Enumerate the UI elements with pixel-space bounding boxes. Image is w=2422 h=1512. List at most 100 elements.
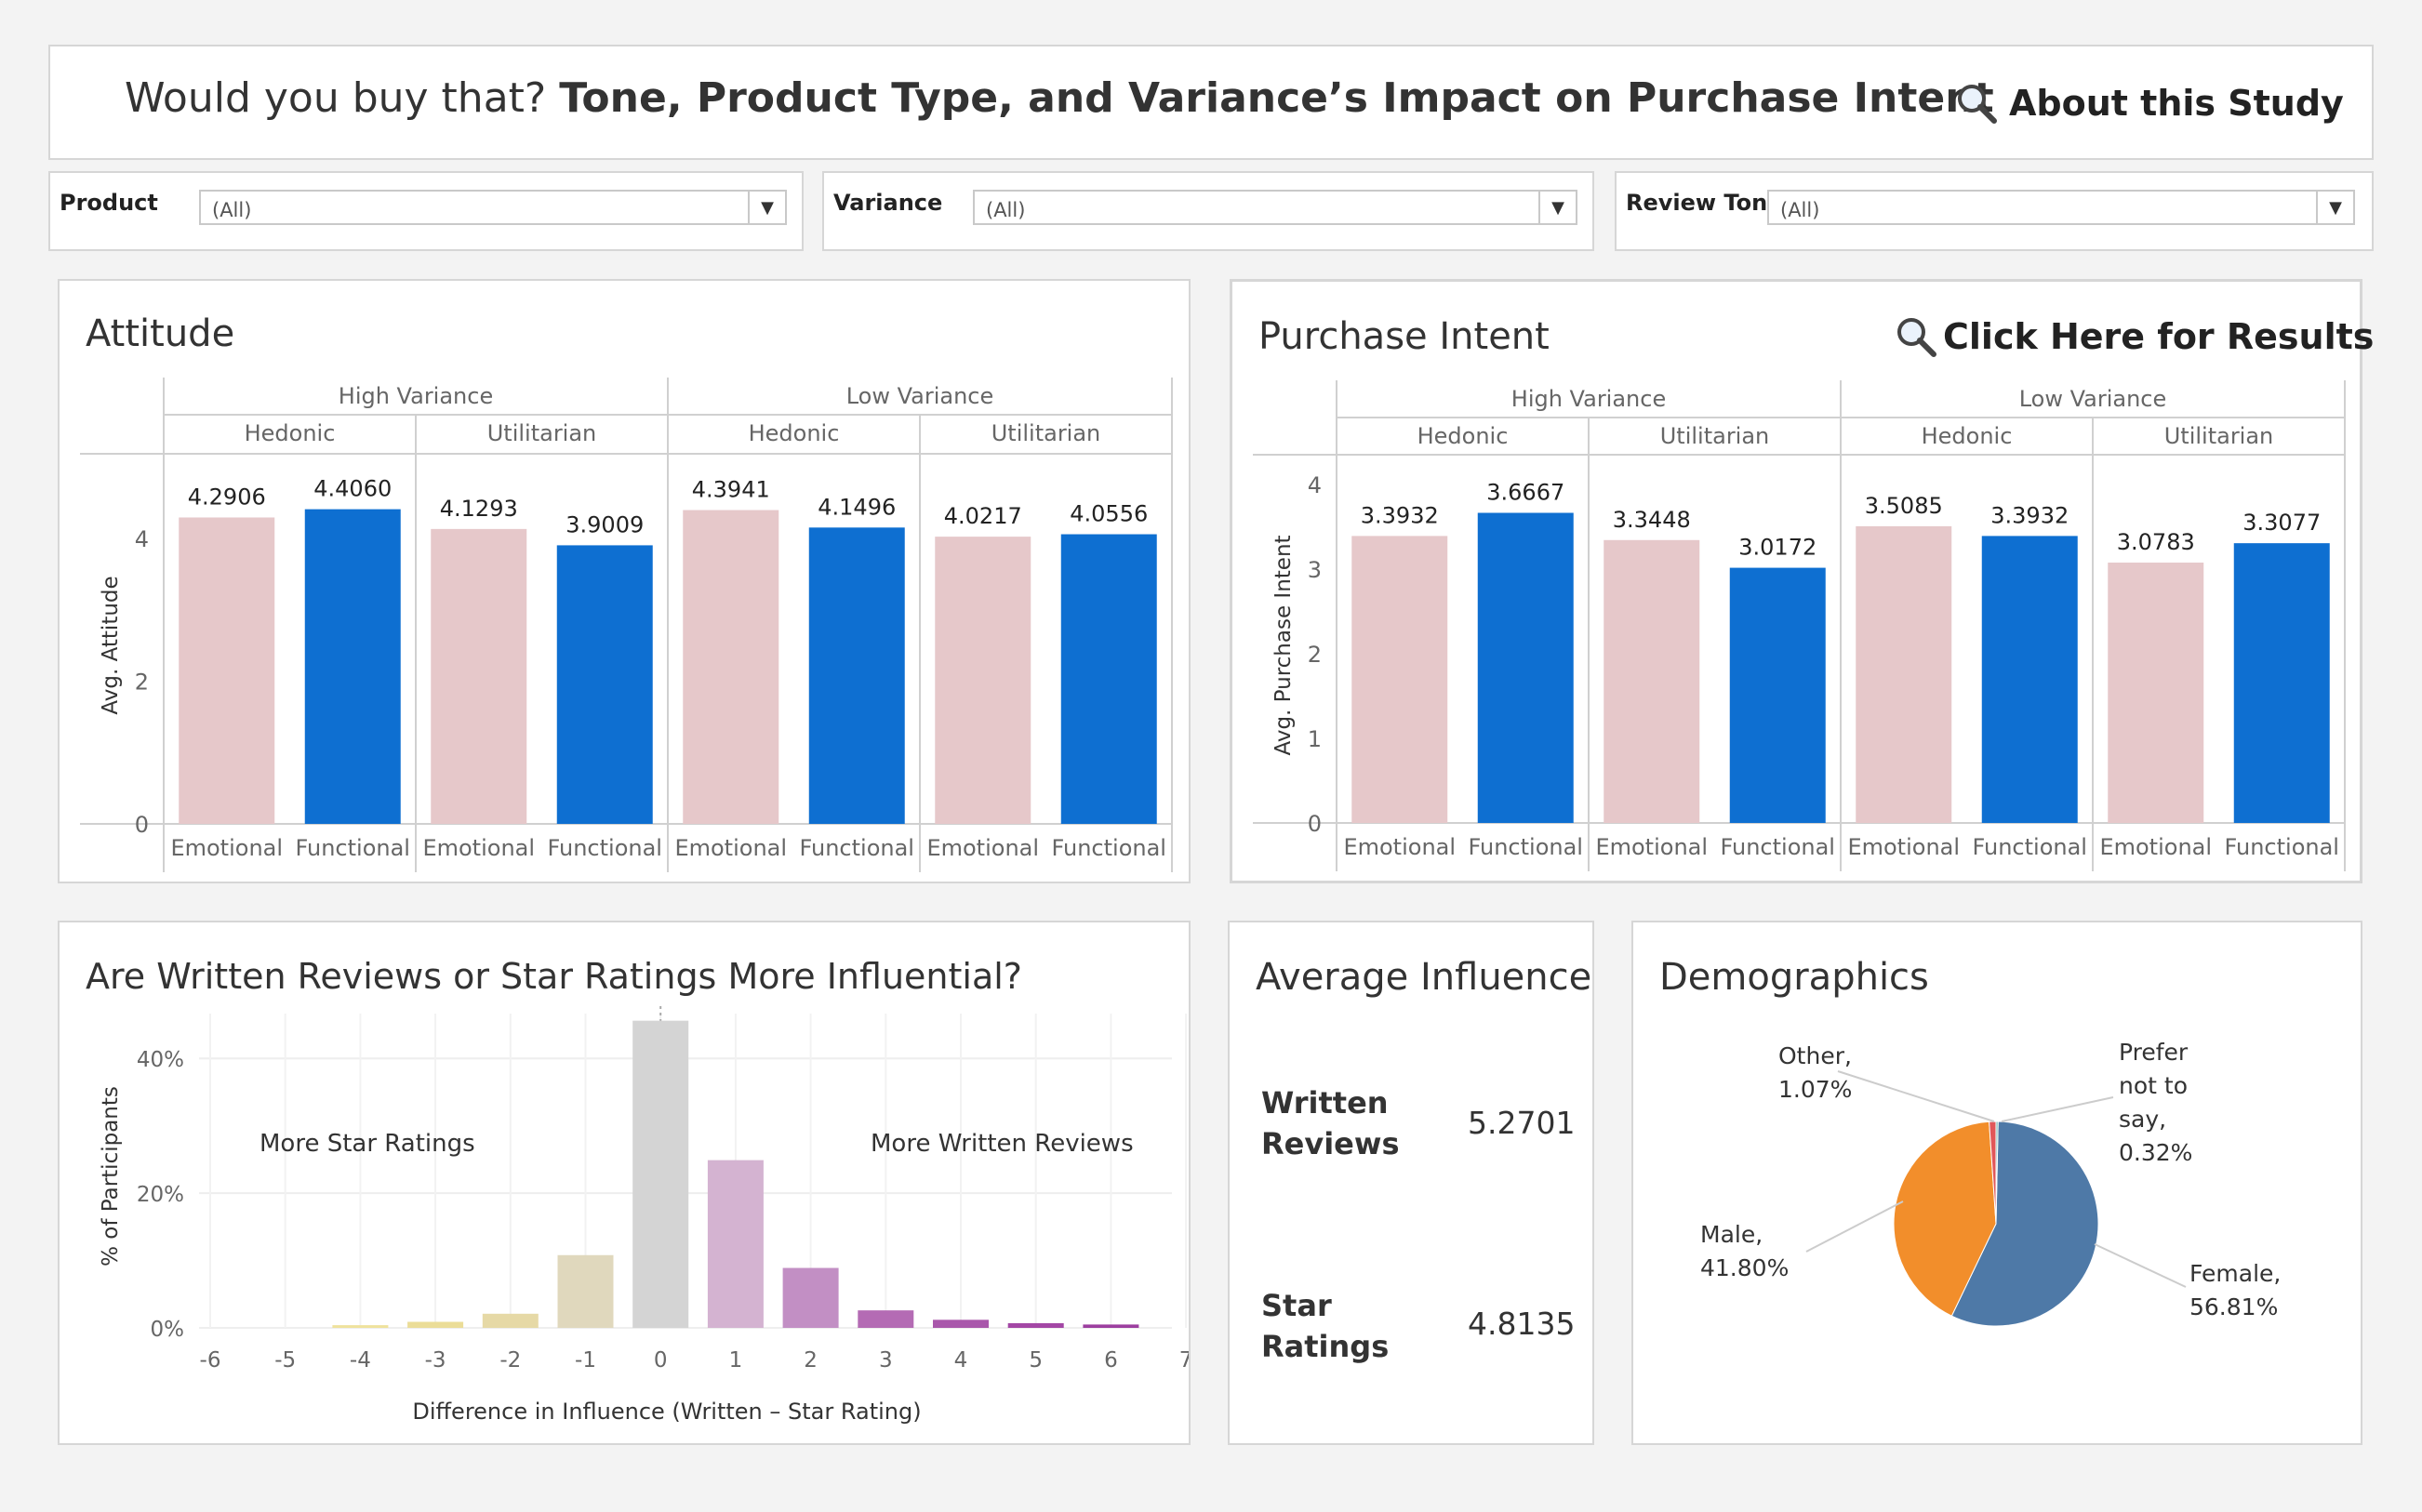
about-study-button[interactable]: About this Study <box>1955 82 2344 125</box>
bar-value-label: 3.3077 <box>2242 510 2321 536</box>
star-ratings-value: 4.8135 <box>1468 1306 1576 1342</box>
x-tick-label: -6 <box>200 1348 221 1373</box>
other-label-line2: 1.07% <box>1778 1076 1853 1103</box>
y-tick-label: 1 <box>1308 726 1322 752</box>
review-tone-dropdown-value: (All) <box>1780 199 1820 221</box>
title-part2: Tone, Product Type, and Variance’s Impac… <box>559 74 1994 122</box>
histogram-bar <box>557 1254 614 1328</box>
bar-value-label: 4.3941 <box>692 477 770 503</box>
filter-variance: Variance (All) ▼ <box>822 171 1594 251</box>
x-category-label: Emotional <box>1595 834 1708 860</box>
filter-product-label: Product <box>60 190 158 216</box>
variance-dropdown-value: (All) <box>986 199 1026 221</box>
star-label-line1: Star <box>1261 1288 1332 1323</box>
product-dropdown-value: (All) <box>212 199 252 221</box>
x-category-label: Functional <box>1973 834 2087 860</box>
chevron-down-icon: ▼ <box>1538 192 1576 223</box>
female-label-line1: Female, <box>2189 1260 2282 1287</box>
variance-dropdown[interactable]: (All) ▼ <box>973 190 1577 225</box>
bar-value-label: 4.1496 <box>818 494 896 520</box>
bar-value-label: 4.1293 <box>440 496 518 522</box>
female-label-line2: 56.81% <box>2189 1293 2279 1320</box>
x-category-label: Functional <box>296 835 410 861</box>
subgroup-header: Hedonic <box>1922 423 2013 449</box>
histogram-bar <box>482 1313 539 1328</box>
chevron-down-icon: ▼ <box>2316 192 2353 223</box>
magnifier-icon <box>1958 85 1997 124</box>
prefer-label-line3: say, <box>2119 1106 2167 1133</box>
x-tick-label: 4 <box>954 1348 968 1373</box>
bar <box>179 517 275 824</box>
x-tick-label: 3 <box>879 1348 893 1373</box>
filter-variance-label: Variance <box>833 190 943 216</box>
bar-value-label: 3.5085 <box>1865 493 1943 519</box>
attitude-panel: Attitude High Variance Low Variance Hedoni… <box>58 279 1191 883</box>
x-tick-label: -4 <box>350 1348 371 1373</box>
review-tone-dropdown[interactable]: (All) ▼ <box>1767 190 2355 225</box>
y-tick-label: 0 <box>135 812 149 838</box>
subgroup-header: Hedonic <box>749 420 840 446</box>
other-label-line1: Other, <box>1778 1042 1852 1069</box>
subgroup-header: Utilitarian <box>991 420 1101 446</box>
x-category-label: Functional <box>1052 835 1166 861</box>
attitude-chart: High Variance Low VarianceHedonic Utilitar… <box>80 378 1173 872</box>
y-tick-label: 0% <box>151 1318 185 1342</box>
x-category-label: Emotional <box>1847 834 1960 860</box>
group-header: High Variance <box>1511 386 1666 412</box>
product-dropdown[interactable]: (All) ▼ <box>199 190 787 225</box>
bar-value-label: 4.0556 <box>1070 501 1148 527</box>
bar <box>304 509 401 824</box>
pie-label-other: Other, 1.07% <box>1778 1040 1852 1107</box>
demographics-panel: Demographics Other, 1.07% Prefer not to … <box>1631 921 2362 1445</box>
demographics-pie <box>1805 1070 2187 1327</box>
pie-label-male: Male, 41.80% <box>1700 1218 1789 1285</box>
x-tick-label: 0 <box>654 1348 668 1373</box>
subgroup-header: Hedonic <box>1417 423 1509 449</box>
influence-panel: Are Written Reviews or Star Ratings More… <box>58 921 1191 1445</box>
leader-line <box>1805 1200 1904 1253</box>
bar-value-label: 3.3932 <box>1361 502 1439 528</box>
star-ratings-label: Star Ratings <box>1261 1285 1389 1367</box>
y-tick-label: 4 <box>135 526 149 552</box>
x-category-label: Emotional <box>170 835 283 861</box>
filter-review-tone-label: Review Tone <box>1626 190 1783 216</box>
bar <box>1604 539 1700 823</box>
subgroup-header: Hedonic <box>245 420 336 446</box>
x-tick-label: 6 <box>1104 1348 1118 1373</box>
average-influence-title: Average Influence <box>1256 956 1592 999</box>
bar <box>808 527 905 824</box>
prefer-label-line1: Prefer <box>2119 1039 2189 1066</box>
x-tick-label: 1 <box>729 1348 743 1373</box>
title-part1: Would you buy that? <box>125 74 547 122</box>
histogram-bar <box>933 1320 989 1328</box>
y-axis-title: % of Participants <box>99 1086 123 1267</box>
bar <box>1477 512 1574 823</box>
x-tick-label: -2 <box>499 1348 521 1373</box>
influence-histogram: 0% 20% 40% % of Participants -6 -5 -4 -3 -2 -1 0 1 2… <box>99 1006 1189 1425</box>
bar <box>1060 534 1157 824</box>
filter-product: Product (All) ▼ <box>48 171 804 251</box>
written-reviews-value: 5.2701 <box>1468 1105 1576 1141</box>
leader-line <box>2094 1243 2187 1288</box>
x-tick-label: 2 <box>804 1348 818 1373</box>
bar-value-label: 3.3932 <box>1990 502 2069 528</box>
male-label-line1: Male, <box>1700 1221 1763 1248</box>
histogram-bar <box>632 1020 689 1328</box>
filter-review-tone: Review Tone (All) ▼ <box>1615 171 2374 251</box>
bar <box>2108 563 2204 823</box>
header-panel: Would you buy that? Tone, Product Type, … <box>48 45 2374 160</box>
histogram-bar <box>782 1267 839 1328</box>
x-category-label: Functional <box>1721 834 1835 860</box>
dashboard-title: Would you buy that? Tone, Product Type, … <box>125 74 1994 122</box>
x-category-label: Functional <box>548 835 662 861</box>
bar <box>556 545 653 824</box>
purchase-intent-chart: High Variance Low VarianceHedonic Utilitar… <box>1253 380 2346 871</box>
bar <box>2233 543 2330 823</box>
leader-line <box>1837 1070 1995 1122</box>
about-study-label: About this Study <box>2009 83 2344 124</box>
y-tick-label: 2 <box>135 669 149 695</box>
bar <box>1729 567 1826 823</box>
histogram-bar <box>1083 1324 1139 1328</box>
group-header: Low Variance <box>846 383 994 409</box>
y-axis-title: Avg. Attitude <box>99 576 123 714</box>
